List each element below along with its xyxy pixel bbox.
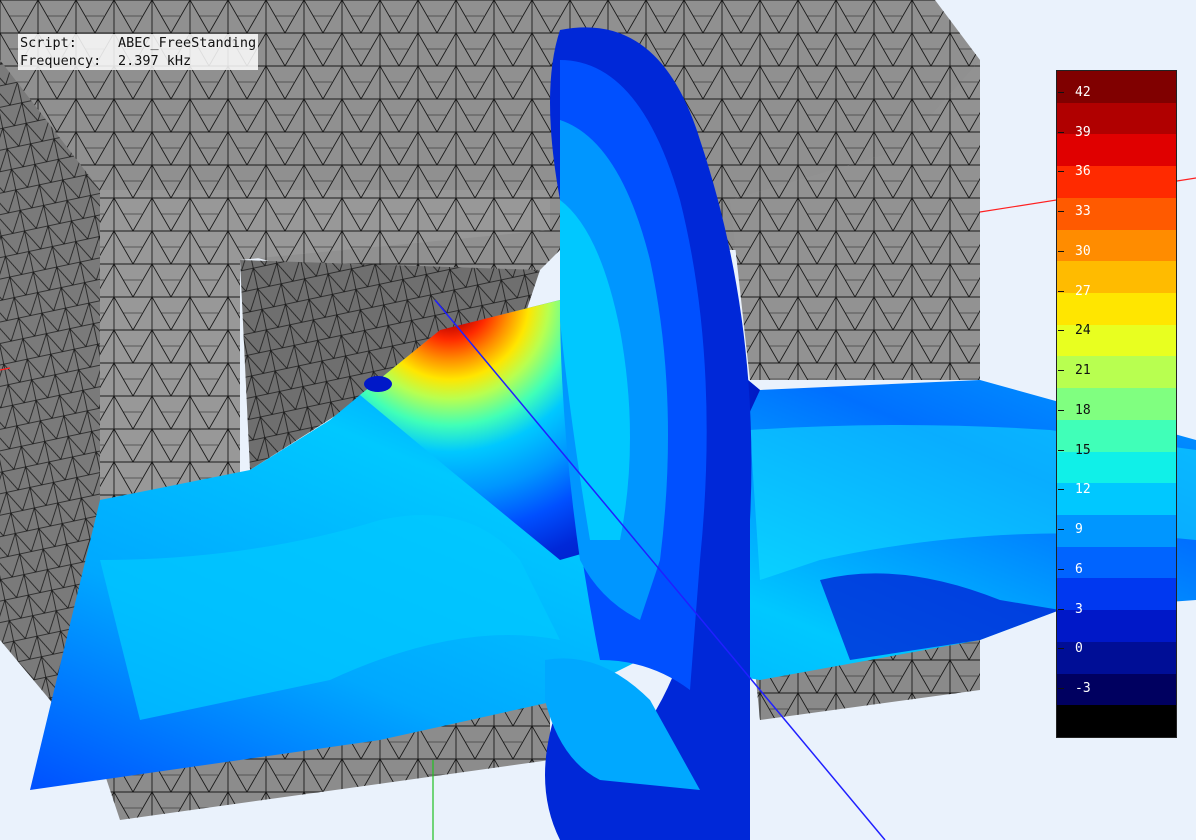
legend-tick-label: 39 (1075, 124, 1091, 140)
script-label: Script: (20, 35, 77, 51)
legend-band (1057, 705, 1176, 738)
legend-tick-mark (1058, 131, 1064, 133)
legend-tick-mark (1058, 568, 1064, 570)
legend-tick-mark (1058, 648, 1064, 650)
legend-tick-label: 27 (1075, 283, 1091, 299)
3d-viewport[interactable]: Script: ABEC_FreeStanding Frequency: 2.397… (0, 0, 1196, 840)
legend-tick-label: 21 (1075, 363, 1091, 379)
simulation-scene (0, 0, 1196, 840)
legend-tick-label: 3 (1075, 601, 1083, 617)
legend-tick-label: 0 (1075, 641, 1083, 657)
frequency-label: Frequency: (20, 53, 102, 69)
legend-tick-mark (1058, 290, 1064, 292)
legend-tick-label: 12 (1075, 482, 1091, 498)
legend-tick-mark (1058, 171, 1064, 173)
frequency-line: Frequency: 2.397 kHz (18, 52, 259, 70)
legend-tick-label: 6 (1075, 561, 1083, 577)
legend-tick-mark (1058, 330, 1064, 332)
legend-tick-mark (1058, 91, 1064, 93)
legend-tick-label: 15 (1075, 442, 1091, 458)
frequency-value: 2.397 kHz (118, 53, 192, 69)
legend-tick-mark (1058, 211, 1064, 213)
legend-tick-label: 42 (1075, 84, 1091, 100)
legend-tick-label: 24 (1075, 323, 1091, 339)
legend-tick-mark (1058, 529, 1064, 531)
legend-tick-label: 36 (1075, 164, 1091, 180)
legend-tick-label: 33 (1075, 204, 1091, 220)
legend-tick-mark (1058, 449, 1064, 451)
color-scale-legend: 42 39 36 33 30 27 24 21 18 15 12 9 6 3 0 -3 (1056, 70, 1177, 738)
legend-tick-label: 30 (1075, 243, 1091, 259)
script-value: ABEC_FreeStanding (118, 35, 257, 51)
script-line: Script: ABEC_FreeStanding (18, 34, 259, 52)
legend-tick-mark (1058, 370, 1064, 372)
legend-tick-mark (1058, 608, 1064, 610)
legend-tick-mark (1058, 489, 1064, 491)
legend-tick-label: -3 (1075, 681, 1091, 697)
legend-tick-mark (1058, 409, 1064, 411)
legend-tick-label: 18 (1075, 402, 1091, 418)
legend-tick-label: 9 (1075, 522, 1083, 538)
info-overlay: Script: ABEC_FreeStanding Frequency: 2.397… (18, 34, 259, 70)
legend-tick-mark (1058, 688, 1064, 690)
legend-tick-mark (1058, 250, 1064, 252)
